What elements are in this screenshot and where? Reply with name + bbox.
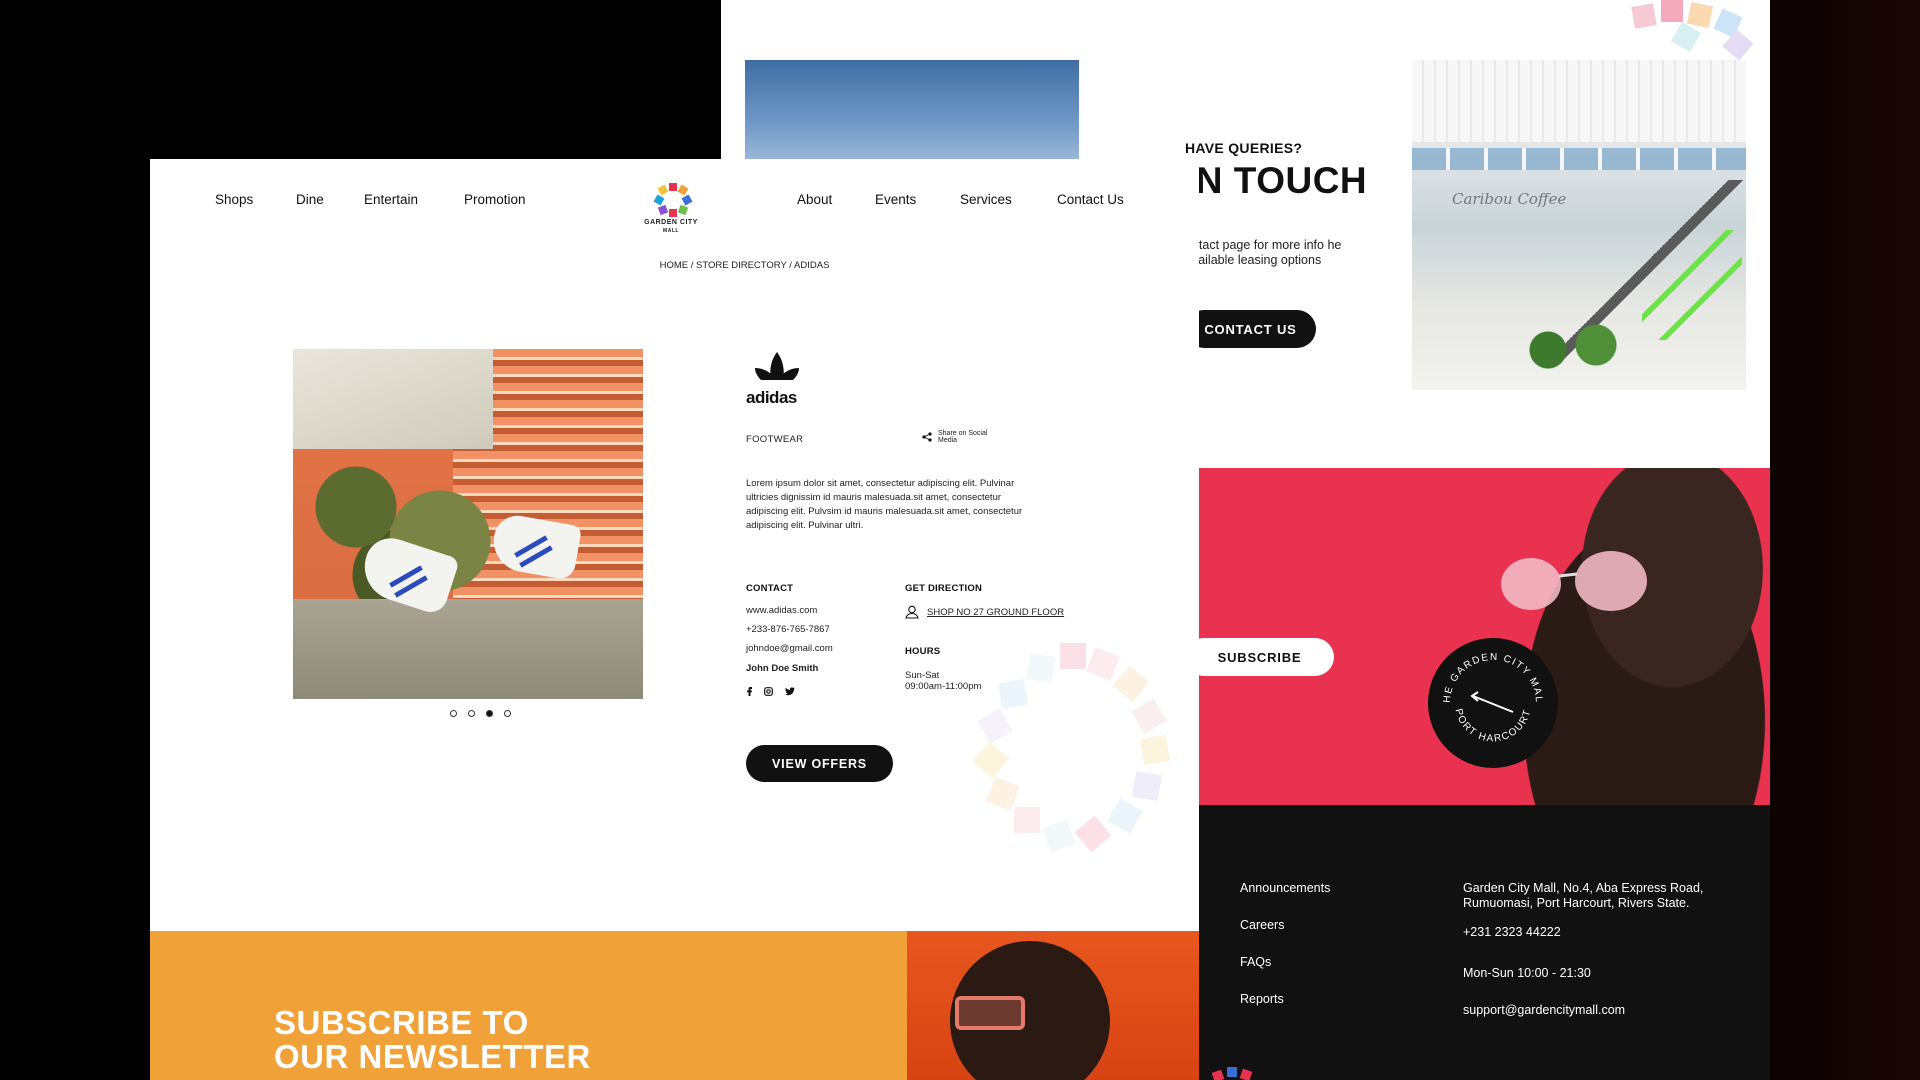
newsletter-heading: SUBSCRIBE TO OUR NEWSLETTER [274, 1006, 591, 1074]
twitter-icon[interactable] [785, 687, 795, 696]
share-button[interactable]: Share on Social Media [922, 430, 988, 444]
nav-contact-us[interactable]: Contact Us [1057, 192, 1124, 207]
model-image [1491, 468, 1770, 805]
store-category: FOOTWEAR [746, 434, 804, 445]
get-direction-heading: GET DIRECTION [905, 583, 983, 594]
newsletter-line1: SUBSCRIBE TO [274, 1004, 529, 1041]
logo-text: GARDEN CITY MALL [621, 219, 721, 235]
brand-name: adidas [746, 388, 797, 407]
contact-heading: CONTACT [746, 583, 794, 594]
store-detail-page: Shops Dine Entertain Promotion About Eve… [150, 159, 1199, 1080]
carousel-dot[interactable] [450, 710, 457, 717]
flower-decoration [1631, 0, 1754, 60]
footer-email[interactable]: support@gardencitymall.com [1463, 1003, 1723, 1018]
mall-plants [1512, 320, 1632, 370]
store-website[interactable]: www.adidas.com [746, 605, 817, 616]
shorts [293, 349, 493, 449]
contact-us-button[interactable]: CONTACT US [1185, 310, 1316, 348]
carousel-dot[interactable] [504, 710, 511, 717]
adidas-trefoil-icon [751, 352, 803, 386]
nav-about[interactable]: About [797, 192, 832, 207]
subscribe-button[interactable]: SUBSCRIBE [1185, 638, 1334, 676]
nav-shops[interactable]: Shops [215, 192, 253, 207]
breadcrumb[interactable]: HOME / STORE DIRECTORY / ADIDAS [150, 260, 1199, 271]
footer-link-careers[interactable]: Careers [1240, 918, 1284, 932]
footer-logo-icon [1211, 1067, 1253, 1080]
carousel-dots [450, 710, 511, 717]
mall-windows [1412, 148, 1746, 170]
nav-promotion[interactable]: Promotion [464, 192, 526, 207]
newsletter-sunglasses [955, 996, 1025, 1030]
stage: HAVE QUERIES? IN TOUCH ontact page for m… [0, 0, 1920, 1080]
mall-ceiling [1412, 60, 1746, 142]
footer-link-reports[interactable]: Reports [1240, 992, 1284, 1006]
footer-address: Garden City Mall, No.4, Aba Express Road… [1463, 881, 1704, 910]
footer-phone: +231 2323 44222 [1463, 925, 1561, 939]
share-icon [922, 432, 932, 442]
store-email[interactable]: johndoe@gmail.com [746, 643, 833, 654]
store-phone[interactable]: +233-876-765-7867 [746, 624, 830, 635]
logo-text-line1: GARDEN CITY [644, 219, 698, 226]
get-in-touch-heading: IN TOUCH [1185, 160, 1368, 201]
nav-services[interactable]: Services [960, 192, 1012, 207]
get-direction-link[interactable]: SHOP NO 27 GROUND FLOOR [905, 605, 1064, 619]
sky-image [745, 60, 1079, 160]
wall [293, 599, 643, 699]
mall-interior-image: Caribou Coffee [1412, 60, 1746, 390]
footer-hours: Mon-Sun 10:00 - 21:30 [1463, 966, 1591, 980]
mall-seal: THE GARDEN CITY MALL PORT HARCOURT [1428, 638, 1558, 768]
newsletter-band: SUBSCRIBE TO OUR NEWSLETTER [150, 931, 1199, 1080]
instagram-icon[interactable] [764, 687, 773, 696]
contact-name: John Doe Smith [746, 663, 819, 674]
footer-link-faqs[interactable]: FAQs [1240, 955, 1271, 969]
share-label: Share on Social Media [938, 430, 988, 444]
footer-link-announcements[interactable]: Announcements [1240, 881, 1330, 895]
nav-dine[interactable]: Dine [296, 192, 324, 207]
shop-location: SHOP NO 27 GROUND FLOOR [927, 606, 1065, 618]
mall-green-rail [1642, 230, 1742, 340]
location-pin-icon [905, 605, 919, 619]
view-offers-button[interactable]: VIEW OFFERS [746, 745, 893, 782]
carousel-dot[interactable] [468, 710, 475, 717]
flower-watermark [972, 643, 1171, 853]
logo-text-line2: MALL [663, 228, 679, 234]
hours-heading: HOURS [905, 646, 941, 657]
facebook-icon[interactable] [746, 687, 752, 696]
store-description: Lorem ipsum dolor sit amet, consectetur … [746, 478, 1023, 531]
carousel-dot-active[interactable] [486, 710, 493, 717]
sunglasses-graphic [1501, 551, 1647, 611]
nav-events[interactable]: Events [875, 192, 916, 207]
contact-info-text: ontact page for more info he available l… [1185, 238, 1342, 267]
social-links [746, 687, 795, 696]
newsletter-line2: OUR NEWSLETTER [274, 1038, 591, 1075]
nav-entertain[interactable]: Entertain [364, 192, 418, 207]
coffee-sign: Caribou Coffee [1452, 190, 1567, 208]
product-image [293, 349, 643, 699]
queries-label: HAVE QUERIES? [1185, 140, 1303, 156]
